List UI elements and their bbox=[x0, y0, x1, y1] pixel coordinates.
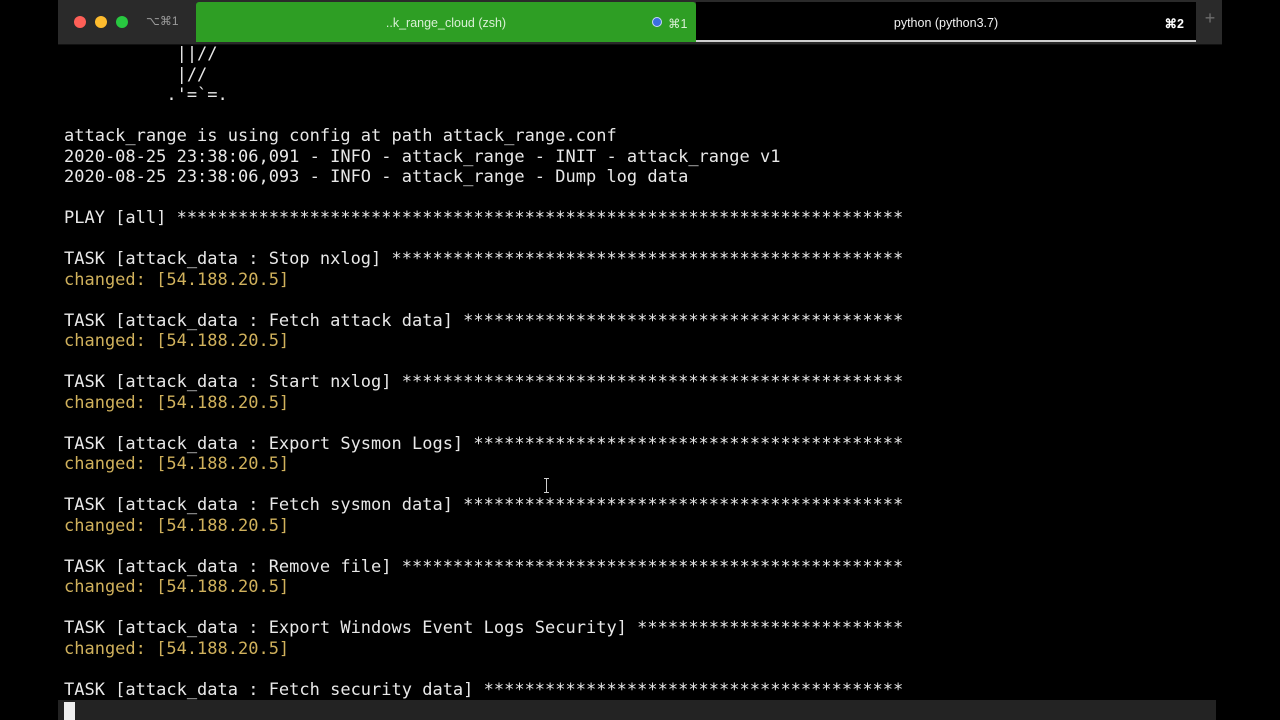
changed-result-line: changed: [54.188.20.5] bbox=[64, 638, 290, 659]
ibeam-cursor-icon bbox=[544, 478, 549, 493]
output-line: 2020-08-25 23:38:06,091 - INFO - attack_… bbox=[64, 146, 781, 167]
close-window-button[interactable] bbox=[74, 16, 86, 28]
output-line: TASK [attack_data : Stop nxlog] ********… bbox=[64, 249, 904, 269]
changed-result-line: changed: [54.188.20.5] bbox=[64, 269, 290, 290]
output-line: |// bbox=[64, 64, 208, 85]
output-line: ||// bbox=[64, 44, 218, 64]
activity-dot-icon bbox=[652, 17, 662, 27]
output-line: TASK [attack_data : Remove file] *******… bbox=[64, 556, 904, 577]
output-line: attack_range is using config at path att… bbox=[64, 126, 617, 146]
tab-python[interactable]: python (python3.7) ⌘2 bbox=[696, 2, 1196, 42]
tab-shortcut: ⌘2 bbox=[1164, 17, 1184, 31]
output-line: TASK [attack_data : Export Sysmon Logs] … bbox=[64, 433, 904, 454]
output-line: .'=`=. bbox=[64, 85, 228, 105]
new-tab-button[interactable]: + bbox=[1200, 8, 1220, 36]
prompt-line bbox=[58, 700, 1216, 720]
output-line: TASK [attack_data : Fetch sysmon data] *… bbox=[64, 495, 904, 515]
changed-result-line: changed: [54.188.20.5] bbox=[64, 331, 290, 351]
window-shortcut: ⌥⌘1 bbox=[146, 14, 179, 28]
tab-title: ..k_range_cloud (zsh) bbox=[385, 16, 507, 30]
title-bar: ⌥⌘1 ..k_range_cloud (zsh) ⌘1 python (pyt… bbox=[58, 0, 1222, 45]
changed-result-line: changed: [54.188.20.5] bbox=[64, 515, 290, 536]
terminal-window: ⌥⌘1 ..k_range_cloud (zsh) ⌘1 python (pyt… bbox=[58, 0, 1222, 720]
tab-title: python (python3.7) bbox=[893, 16, 999, 30]
maximize-window-button[interactable] bbox=[116, 16, 128, 28]
text-cursor bbox=[64, 702, 75, 720]
minimize-window-button[interactable] bbox=[95, 16, 107, 28]
changed-result-line: changed: [54.188.20.5] bbox=[64, 454, 290, 474]
output-line: TASK [attack_data : Fetch security data]… bbox=[64, 679, 904, 700]
output-line: TASK [attack_data : Fetch attack data] *… bbox=[64, 310, 904, 331]
output-line: PLAY [all] *****************************… bbox=[64, 208, 904, 228]
changed-result-line: changed: [54.188.20.5] bbox=[64, 392, 290, 413]
output-line: TASK [attack_data : Export Windows Event… bbox=[64, 618, 904, 638]
output-line: 2020-08-25 23:38:06,093 - INFO - attack_… bbox=[64, 167, 689, 187]
terminal-output[interactable]: ||// |// .'=`=. attack_range is using con… bbox=[64, 44, 1214, 704]
changed-result-line: changed: [54.188.20.5] bbox=[64, 577, 290, 597]
tab-shortcut: ⌘1 bbox=[668, 17, 688, 31]
output-line: TASK [attack_data : Start nxlog] *******… bbox=[64, 372, 904, 392]
tab-zsh[interactable]: ..k_range_cloud (zsh) ⌘1 bbox=[196, 2, 696, 42]
